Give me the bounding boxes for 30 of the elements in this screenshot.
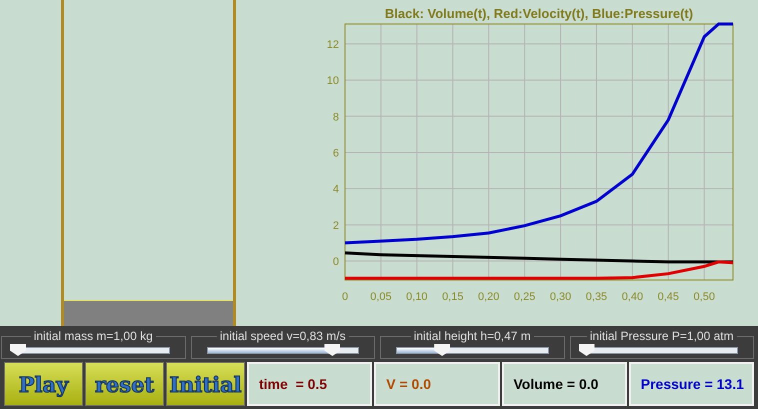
x-tick-label: 0,15 bbox=[442, 291, 464, 303]
y-tick-label: 4 bbox=[332, 184, 339, 196]
x-tick-label: 0,35 bbox=[586, 291, 608, 303]
control-button[interactable]: Play bbox=[4, 362, 83, 406]
y-tick-label: 2 bbox=[332, 220, 339, 232]
readout-field: Volume = 0.0 bbox=[502, 362, 627, 406]
y-tick-label: 0 bbox=[332, 256, 339, 268]
slider-label: initial height h=0,47 m bbox=[412, 329, 532, 343]
y-tick-label: 12 bbox=[326, 38, 339, 51]
readout-field: Pressure = 13.1 bbox=[628, 362, 754, 406]
y-tick-label: 6 bbox=[332, 147, 339, 160]
control-button[interactable]: Initial bbox=[166, 362, 245, 406]
slider-label: initial Pressure P=1,00 atm bbox=[588, 329, 735, 343]
x-tick-label: 0,50 bbox=[694, 291, 715, 303]
slider-label: initial speed v=0,83 m/s bbox=[218, 329, 347, 343]
control-button[interactable]: reset bbox=[85, 362, 164, 406]
slider-label: initial mass m=1,00 kg bbox=[32, 329, 154, 343]
y-tick-label: 8 bbox=[332, 111, 339, 124]
x-tick-label: 0,25 bbox=[514, 291, 536, 303]
y-tick-label: 10 bbox=[326, 75, 339, 88]
x-tick-label: 0,05 bbox=[370, 291, 392, 303]
chart-title: Black: Volume(t), Red:Velocity(t), Blue:Pressure(t) bbox=[384, 6, 694, 21]
x-tick-label: 0 bbox=[342, 291, 348, 303]
x-tick-label: 0,30 bbox=[550, 291, 572, 303]
x-tick-label: 0,10 bbox=[406, 291, 428, 303]
x-tick-label: 0,20 bbox=[478, 291, 500, 303]
x-tick-label: 0,40 bbox=[622, 291, 644, 303]
x-tick-label: 0,45 bbox=[658, 291, 680, 303]
readout-field: V = 0.0 bbox=[374, 362, 500, 406]
readout-field: time = 0.5 bbox=[247, 362, 372, 406]
